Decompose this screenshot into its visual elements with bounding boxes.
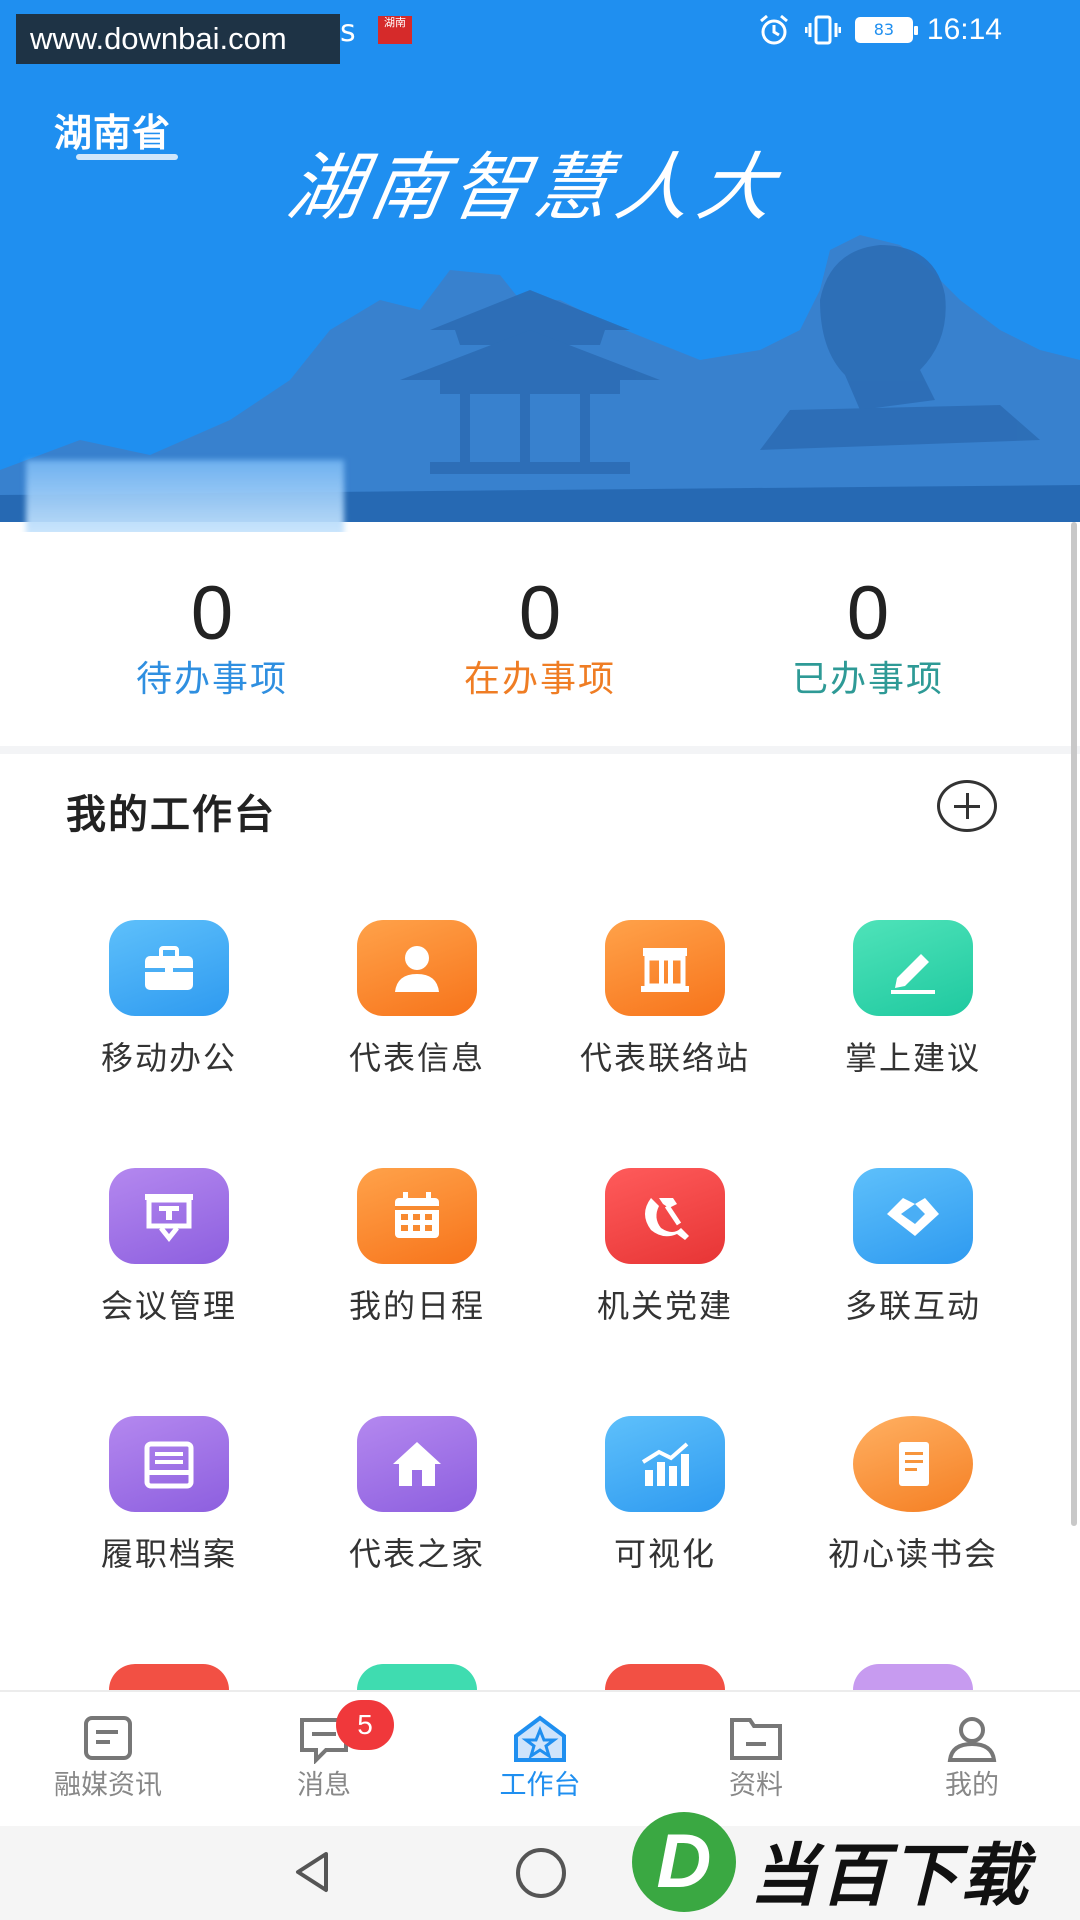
archive-icon: [109, 1416, 229, 1512]
stat-done[interactable]: 0 已办事项: [718, 572, 1018, 704]
tile-reading-club[interactable]: 初心读书会: [789, 1416, 1037, 1616]
back-triangle-icon[interactable]: [286, 1844, 342, 1900]
news-icon: [84, 1716, 132, 1760]
workbench-icon: [514, 1715, 566, 1762]
presentation-icon: [109, 1168, 229, 1264]
battery-indicator: 83: [854, 17, 918, 43]
header-banner: www.downbai.com s 湖南 83 16:14 湖南省 湖南智慧人大: [0, 0, 1080, 522]
nav-news[interactable]: 融媒资讯: [0, 1692, 216, 1828]
stat-label: 在办事项: [463, 659, 616, 700]
nav-workbench[interactable]: 工作台: [432, 1692, 648, 1828]
brand-text: 当百下载: [750, 1837, 1031, 1916]
tile-label: 我的日程: [348, 1287, 485, 1325]
app-title-calligraphy: 湖南智慧人大: [281, 145, 789, 231]
stat-label: 待办事项: [135, 659, 288, 700]
stat-todo[interactable]: 0 待办事项: [62, 572, 362, 704]
book-icon: [853, 1416, 973, 1512]
stat-value: 0: [518, 571, 562, 656]
tile-label: 代表联络站: [579, 1039, 750, 1077]
calendar-icon: [357, 1168, 477, 1264]
region-selector[interactable]: 湖南省: [54, 102, 171, 157]
tile-label: 履职档案: [100, 1535, 237, 1573]
scrollbar[interactable]: [1071, 522, 1077, 1526]
watermark-url: www.downbai.com: [16, 14, 340, 64]
stat-value: 0: [846, 571, 890, 656]
tile-my-schedule[interactable]: 我的日程: [293, 1168, 541, 1368]
house-icon: [357, 1416, 477, 1512]
tile-label: 多联互动: [844, 1287, 981, 1325]
tile-label: 代表之家: [348, 1535, 485, 1573]
tile-icon-partial: [853, 1664, 973, 1690]
alarm-icon: [759, 14, 788, 45]
profile-icon: [947, 1717, 997, 1762]
status-text: s: [340, 14, 356, 49]
tile-multi-interaction[interactable]: 多联互动: [789, 1168, 1037, 1368]
unread-badge: 5: [336, 1700, 394, 1750]
handshake-icon: [853, 1168, 973, 1264]
tile-visualization[interactable]: 可视化: [541, 1416, 789, 1616]
nav-label: 融媒资讯: [54, 1770, 162, 1801]
tile-label: 可视化: [613, 1535, 716, 1573]
tile-duty-archive[interactable]: 履职档案: [45, 1416, 293, 1616]
status-bar: www.downbai.com s 湖南 83 16:14: [0, 0, 1080, 64]
tile-icon-partial: [109, 1664, 229, 1690]
clock: 16:14: [926, 13, 1002, 46]
tile-label: 会议管理: [100, 1287, 237, 1325]
stat-value: 0: [190, 571, 234, 656]
nav-label: 消息: [297, 1770, 351, 1801]
user-name-blurred: [26, 460, 344, 536]
tile-label: 掌上建议: [844, 1039, 981, 1077]
region-underline: [76, 154, 178, 160]
screen: www.downbai.com s 湖南 83 16:14 湖南省 湖南智慧人大…: [0, 0, 1080, 1920]
bar-chart-icon: [605, 1416, 725, 1512]
add-shortcut-button[interactable]: [937, 780, 997, 832]
tile-label: 机关党建: [596, 1287, 733, 1325]
workbench-title: 我的工作台: [66, 792, 276, 838]
tile-representative-home[interactable]: 代表之家: [293, 1416, 541, 1616]
status-right: 83 16:14: [757, 12, 1002, 48]
tile-icon-partial: [357, 1664, 477, 1690]
briefcase-icon: [109, 920, 229, 1016]
folder-icon: [730, 1718, 782, 1760]
nav-messages[interactable]: 5 消息: [216, 1692, 432, 1828]
building-icon: [605, 920, 725, 1016]
tile-mobile-office[interactable]: 移动办公: [45, 920, 293, 1120]
home-circle-icon[interactable]: [516, 1848, 566, 1898]
nav-label: 我的: [945, 1770, 999, 1801]
person-icon: [357, 920, 477, 1016]
app-notification-icon: 湖南: [378, 16, 412, 44]
section-divider: [0, 746, 1080, 754]
tile-liaison-station[interactable]: 代表联络站: [541, 920, 789, 1120]
stat-label: 已办事项: [791, 659, 944, 700]
tile-label: 移动办公: [100, 1039, 237, 1077]
tile-proposals[interactable]: 掌上建议: [789, 920, 1037, 1120]
stat-in-progress[interactable]: 0 在办事项: [390, 572, 690, 704]
party-emblem-icon: [605, 1168, 725, 1264]
tile-representative-info[interactable]: 代表信息: [293, 920, 541, 1120]
vibrate-icon: [804, 15, 841, 45]
nav-label: 资料: [729, 1770, 783, 1801]
landmark-illustration: [0, 235, 1080, 522]
task-stats: 0 待办事项 0 在办事项 0 已办事项: [0, 532, 1080, 746]
pen-icon: [853, 920, 973, 1016]
brand-watermark: D 当百下载: [632, 1808, 1072, 1916]
brand-logo: D: [632, 1812, 736, 1912]
nav-label: 工作台: [499, 1770, 581, 1801]
tile-party-building[interactable]: 机关党建: [541, 1168, 789, 1368]
tile-label: 代表信息: [348, 1039, 485, 1077]
tile-icon-partial: [605, 1664, 725, 1690]
tile-meeting-management[interactable]: 会议管理: [45, 1168, 293, 1368]
bottom-navigation: 融媒资讯 5 消息 工作台 资料 我的: [0, 1690, 1080, 1826]
tile-label: 初心读书会: [827, 1535, 998, 1573]
